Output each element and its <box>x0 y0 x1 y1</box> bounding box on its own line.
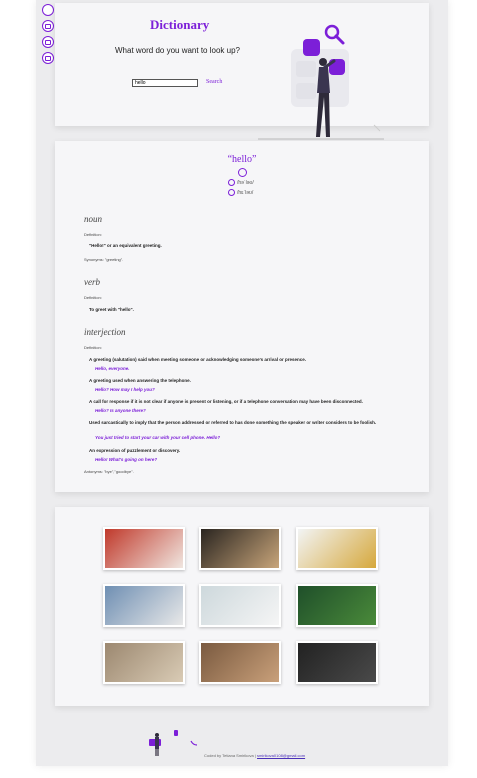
definition-text: Used sarcastically to imply that the per… <box>89 420 377 425</box>
search-card: Dictionary What word do you want to look… <box>55 3 429 140</box>
definition-text: A greeting (salutation) said when meetin… <box>89 357 306 362</box>
part-of-speech: noun <box>84 214 102 224</box>
example-text: Hello, everyone. <box>95 366 130 371</box>
photo-3[interactable] <box>296 527 378 570</box>
footer-credit: Coded by Tetiana Smirikova | <box>204 753 256 758</box>
antonyms: Antonyms: "bye","goodbye". <box>84 469 134 474</box>
definition-text: A greeting used when answering the telep… <box>89 378 191 383</box>
sidebar-button-4[interactable] <box>42 52 54 64</box>
example-text: You just tried to start your car with yo… <box>95 435 221 440</box>
search-prompt: What word do you want to look up? <box>115 46 240 55</box>
audio-icon[interactable] <box>238 168 247 177</box>
definition-text: "Hello!" or an equivalent greeting. <box>89 243 162 248</box>
phonetic-text: /həˈləʊ/ <box>237 179 254 186</box>
definition-text: To greet with "hello". <box>89 307 134 312</box>
definition-text: An expression of puzzlement or discovery… <box>89 448 181 453</box>
definition-text: A call for response if it is not clear i… <box>89 399 363 404</box>
footer-email-link[interactable]: smirikova0108@gmail.com <box>257 753 305 758</box>
photo-5[interactable] <box>199 584 281 627</box>
app-title: Dictionary <box>150 17 210 32</box>
sidebar-button-3[interactable] <box>42 36 54 48</box>
definition-label: Definition: <box>84 345 102 350</box>
photos-card <box>55 507 429 706</box>
search-input[interactable] <box>132 79 198 87</box>
definition-label: Definition: <box>84 295 102 300</box>
document-icon <box>45 39 51 45</box>
footer-illustration <box>149 730 198 756</box>
example-text: Hello? How may I help you? <box>95 387 155 392</box>
mail-icon <box>45 23 51 29</box>
photo-4[interactable] <box>103 584 185 627</box>
results-card: “hello” /həˈləʊ/ /hɛˈləʊ/ noun Definitio… <box>55 141 429 492</box>
part-of-speech: verb <box>84 277 100 287</box>
play-icon[interactable] <box>228 189 235 196</box>
phonetic-row-2: /hɛˈləʊ/ <box>228 189 253 196</box>
search-illustration <box>258 24 384 140</box>
photo-7[interactable] <box>103 641 185 684</box>
chat-icon <box>45 55 51 61</box>
synonyms: Synonyms: "greeting". <box>84 257 124 262</box>
photo-2[interactable] <box>199 527 281 570</box>
photo-1[interactable] <box>103 527 185 570</box>
search-button[interactable]: Search <box>206 79 222 85</box>
phonetic-text: /hɛˈləʊ/ <box>237 189 254 196</box>
sidebar-button-2[interactable] <box>42 20 54 32</box>
example-text: Hello! What's going on here? <box>95 457 158 462</box>
example-text: Hello? Is anyone there? <box>95 408 146 413</box>
photo-6[interactable] <box>296 584 378 627</box>
result-word: “hello” <box>227 154 257 165</box>
footer: Coded by Tetiana Smirikova | smirikova01… <box>204 753 305 758</box>
photo-9[interactable] <box>296 641 378 684</box>
photo-8[interactable] <box>199 641 281 684</box>
phonetic-row-1: /həˈləʊ/ <box>228 179 254 186</box>
definition-label: Definition: <box>84 232 102 237</box>
play-icon[interactable] <box>228 179 235 186</box>
part-of-speech: interjection <box>84 327 126 337</box>
sidebar <box>42 4 54 68</box>
sidebar-button-1[interactable] <box>42 4 54 16</box>
